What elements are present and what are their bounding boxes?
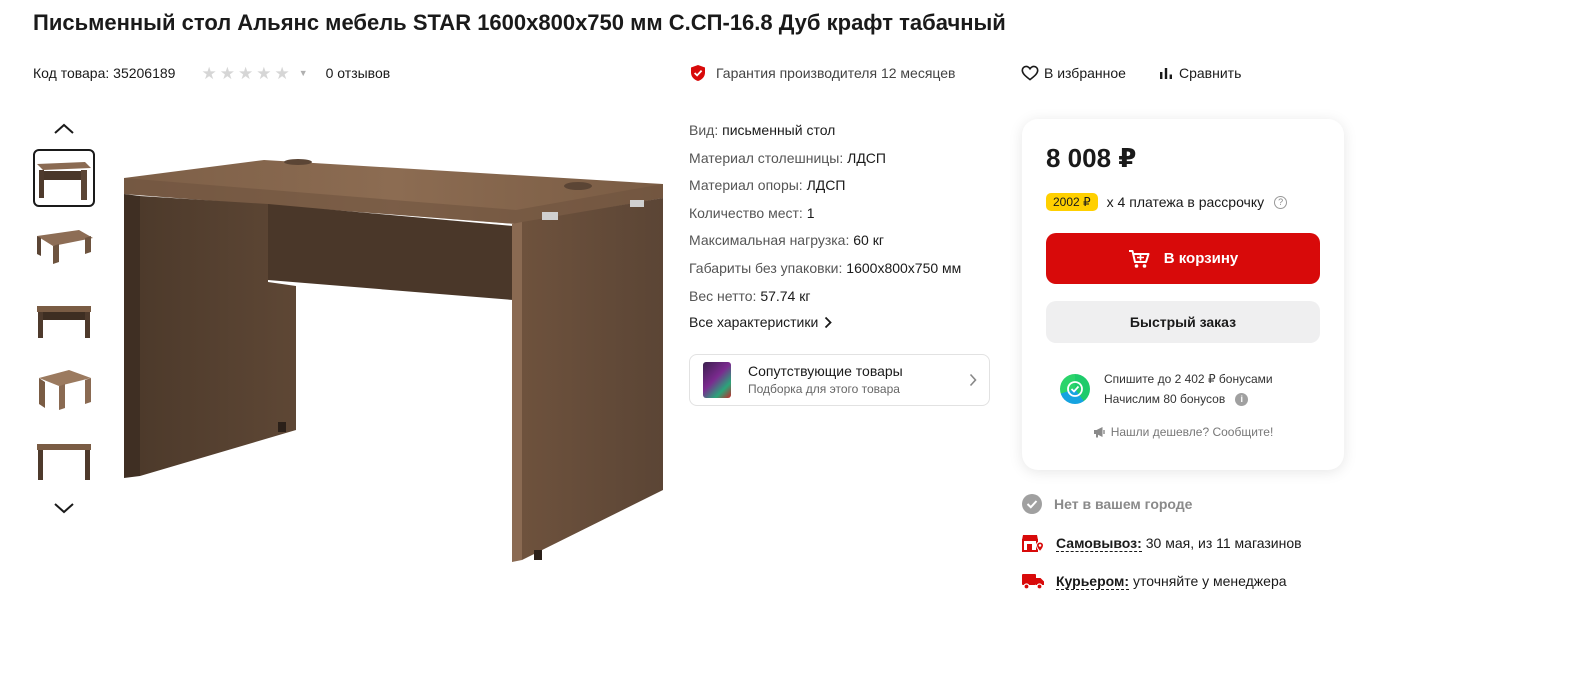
found-cheaper-label: Нашли дешевле? Сообщите! xyxy=(1110,425,1274,439)
spec-row: Количество мест: 1 xyxy=(689,200,961,228)
spec-row: Материал столешницы: ЛДСП xyxy=(689,145,961,173)
spec-key: Материал опоры: xyxy=(689,177,803,194)
megaphone-icon xyxy=(1093,427,1105,438)
truck-icon xyxy=(1022,574,1044,590)
spec-row: Материал опоры: ЛДСП xyxy=(689,172,961,200)
spec-row: Вид: письменный стол xyxy=(689,117,961,145)
spec-value: 57.74 кг xyxy=(760,287,811,304)
compare-label: Сравнить xyxy=(1179,65,1242,81)
courier-label[interactable]: Курьером: xyxy=(1056,573,1130,590)
spec-row: Вес нетто: 57.74 кг xyxy=(689,283,961,311)
spec-value: письменный стол xyxy=(722,122,836,138)
related-products-subtitle: Подборка для этого товара xyxy=(748,381,900,396)
pickup-row: Самовывоз: 30 мая, из 11 магазинов xyxy=(1021,532,1302,554)
availability-row: Нет в вашем городе xyxy=(1021,493,1192,515)
desk-thumbnail-image xyxy=(37,306,91,338)
warranty-text: Гарантия производителя 12 месяцев xyxy=(716,65,956,81)
spec-row: Максимальная нагрузка: 60 кг xyxy=(689,227,961,255)
cart-icon xyxy=(1128,249,1150,268)
all-specs-label: Все характеристики xyxy=(689,314,819,330)
related-products-card[interactable]: Сопутствующие товары Подборка для этого … xyxy=(689,354,990,406)
add-to-cart-label: В корзину xyxy=(1163,250,1239,267)
product-code: Код товара: 35206189 xyxy=(33,65,176,81)
courier-row: Курьером: уточняйте у менеджера xyxy=(1021,571,1287,591)
desk-thumbnail-image xyxy=(37,162,91,200)
spec-key: Габариты без упаковки: xyxy=(689,259,843,276)
found-cheaper-link[interactable]: Нашли дешевле? Сообщите! xyxy=(1022,425,1344,439)
info-icon[interactable]: i xyxy=(1235,392,1249,406)
availability-text: Нет в вашем городе xyxy=(1054,496,1193,512)
desk-thumbnail-image xyxy=(39,370,91,410)
bonus-spend-text: Спишите до 2 402 ₽ бонусами xyxy=(1104,372,1273,386)
product-meta-row: Код товара: 35206189 ★ ★ ★ ★ ★ ▼ 0 отзыв… xyxy=(33,62,390,84)
check-circle-icon xyxy=(1022,494,1042,514)
thumbnails-up-button[interactable] xyxy=(52,121,76,137)
warranty-info: Гарантия производителя 12 месяцев xyxy=(690,62,955,84)
spec-value: 60 кг xyxy=(853,232,884,249)
desk-thumbnail-image xyxy=(37,444,91,480)
desk-thumbnail-image xyxy=(37,230,93,264)
related-products-image xyxy=(703,362,731,398)
specs-list: Вид: письменный стол Материал столешницы… xyxy=(689,117,961,310)
chevron-up-icon xyxy=(54,123,74,134)
thumbnail-2[interactable] xyxy=(33,219,95,277)
spec-value: 1600x800x750 мм xyxy=(846,259,962,276)
price: 8 008 ₽ xyxy=(1046,143,1137,173)
spec-key: Материал столешницы: xyxy=(689,149,844,166)
pickup-label[interactable]: Самовывоз: xyxy=(1056,535,1142,552)
spec-value: ЛДСП xyxy=(847,149,886,166)
thumbnail-5[interactable] xyxy=(33,429,95,487)
spec-key: Вид: xyxy=(689,122,719,138)
spec-key: Количество мест: xyxy=(689,204,803,221)
add-to-favorites-button[interactable]: В избранное xyxy=(1021,62,1126,84)
caret-down-icon: ▼ xyxy=(298,68,308,78)
spec-value: 1 xyxy=(806,204,815,221)
shield-check-icon xyxy=(691,65,705,81)
compare-button[interactable]: Сравнить xyxy=(1159,62,1241,84)
quick-order-button[interactable]: Быстрый заказ xyxy=(1046,301,1320,343)
star-icon: ★ xyxy=(274,63,290,83)
spec-key: Максимальная нагрузка: xyxy=(689,232,850,249)
chevron-right-icon xyxy=(969,373,977,387)
thumbnail-1[interactable] xyxy=(33,149,95,207)
all-specs-link[interactable]: Все характеристики xyxy=(689,314,833,330)
thumbnail-4[interactable] xyxy=(33,359,95,417)
star-icon: ★ xyxy=(237,63,254,83)
installment-info: 2002 ₽ х 4 платежа в рассрочку ? xyxy=(1046,193,1288,211)
bonus-info: Спишите до 2 402 ₽ бонусами Начислим 80 … xyxy=(1060,369,1273,409)
buy-card: 8 008 ₽ 2002 ₽ х 4 платежа в рассрочку ?… xyxy=(1022,119,1344,470)
chevron-down-icon xyxy=(54,503,74,514)
star-icon: ★ xyxy=(201,63,217,83)
store-pin-icon xyxy=(1022,535,1045,553)
thumbnail-list xyxy=(33,149,95,499)
add-to-cart-button[interactable]: В корзину xyxy=(1046,233,1320,284)
bonus-program-icon xyxy=(1060,374,1090,404)
rating-stars[interactable]: ★ ★ ★ ★ ★ ▼ xyxy=(201,65,307,82)
star-icon: ★ xyxy=(256,63,272,83)
question-icon[interactable]: ? xyxy=(1274,195,1288,209)
product-main-image[interactable] xyxy=(118,150,668,570)
chevron-right-icon xyxy=(825,316,833,328)
spec-value: ЛДСП xyxy=(806,177,846,194)
bonus-earn-text: Начислим 80 бонусов xyxy=(1104,392,1226,406)
star-icon: ★ xyxy=(219,63,235,83)
thumbnail-3[interactable] xyxy=(33,289,95,347)
product-title: Письменный стол Альянс мебель STAR 1600x… xyxy=(33,10,1006,35)
bar-chart-icon xyxy=(1160,68,1172,79)
thumbnails-down-button[interactable] xyxy=(52,500,76,516)
related-products-title: Сопутствующие товары xyxy=(748,362,903,379)
reviews-link[interactable]: 0 отзывов xyxy=(326,65,391,81)
installment-text: х 4 платежа в рассрочку xyxy=(1106,194,1265,210)
installment-badge: 2002 ₽ xyxy=(1046,193,1098,211)
heart-icon xyxy=(1021,65,1039,81)
courier-value: уточняйте у менеджера xyxy=(1133,573,1287,589)
pickup-value: 30 мая, из 11 магазинов xyxy=(1145,535,1302,551)
spec-row: Габариты без упаковки: 1600x800x750 мм xyxy=(689,255,961,283)
spec-key: Вес нетто: xyxy=(689,287,757,304)
favorites-label: В избранное xyxy=(1044,65,1126,81)
